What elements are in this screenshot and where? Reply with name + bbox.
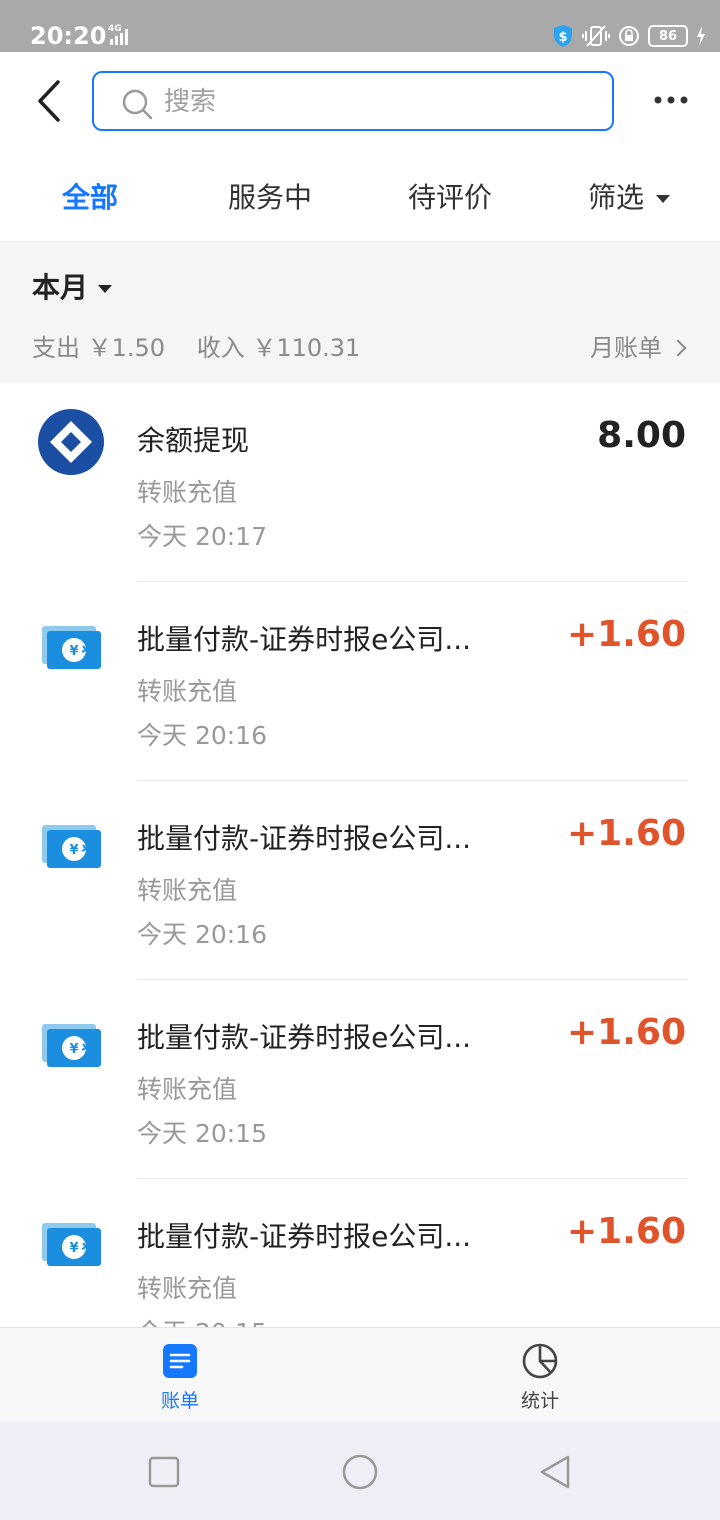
nav-statistics-label: 统计 — [520, 1390, 559, 1412]
transaction-amount: 8.00 — [597, 415, 686, 456]
more-options-icon[interactable] — [650, 82, 692, 118]
transaction-time: 今天 20:15 — [137, 1313, 267, 1327]
transaction-time: 今天 20:16 — [137, 721, 267, 750]
vibrate-off-icon — [582, 25, 610, 47]
pie-chart-icon — [522, 1343, 558, 1379]
shield-icon: $ — [554, 25, 572, 47]
search-icon — [122, 89, 153, 120]
transaction-row[interactable]: ¥ 批量付款-证券时报e公司... 转账充值 今天 20:15 +1.60 — [0, 1179, 720, 1327]
nav-bill-label: 账单 — [160, 1390, 199, 1412]
caret-down-icon — [656, 195, 671, 203]
bottom-nav: 账单 统计 — [0, 1327, 720, 1422]
tab-to-review[interactable]: 待评价 — [408, 176, 492, 216]
transaction-amount: +1.60 — [567, 1211, 686, 1252]
transaction-time: 今天 20:15 — [137, 1119, 267, 1148]
transaction-row[interactable]: ¥ 批量付款-证券时报e公司... 转账充值 今天 20:15 +1.60 — [0, 980, 720, 1179]
transaction-time: 今天 20:16 — [137, 920, 267, 949]
tab-filter-label: 筛选 — [588, 181, 645, 214]
filter-tabs: 全部 服务中 待评价 筛选 — [0, 152, 720, 242]
month-selector[interactable]: 本月 — [32, 266, 113, 306]
header — [0, 52, 720, 152]
home-icon[interactable] — [340, 1452, 380, 1492]
transaction-title: 批量付款-证券时报e公司... — [137, 822, 472, 855]
transaction-list[interactable]: 余额提现 转账充值 今天 20:17 8.00 ¥ 批量付款-证券时报e公司..… — [0, 383, 720, 1327]
back-triangle-icon[interactable] — [536, 1452, 576, 1492]
tab-filter[interactable]: 筛选 — [588, 176, 671, 216]
monthly-bill-label: 月账单 — [590, 334, 662, 362]
transaction-row[interactable]: ¥ 批量付款-证券时报e公司... 转账充值 今天 20:16 +1.60 — [0, 781, 720, 980]
transaction-category: 转账充值 — [137, 478, 238, 507]
summary-totals: 支出 ￥1.50 收入 ￥110.31 — [32, 328, 384, 363]
svg-text:¥: ¥ — [69, 1241, 78, 1256]
transaction-title: 批量付款-证券时报e公司... — [137, 1021, 472, 1054]
recent-apps-icon[interactable] — [144, 1452, 184, 1492]
transaction-amount: +1.60 — [567, 813, 686, 854]
transfer-icon: ¥ — [42, 626, 101, 669]
transaction-title: 余额提现 — [137, 424, 250, 457]
status-time: 20:20 — [30, 22, 107, 50]
nav-statistics[interactable]: 统计 — [480, 1342, 600, 1413]
monthly-bill-link[interactable]: 月账单 — [590, 328, 687, 363]
back-arrow-icon[interactable] — [28, 76, 68, 126]
battery-indicator: 86 — [648, 25, 688, 47]
transaction-row[interactable]: ¥ 批量付款-证券时报e公司... 转账充值 今天 20:16 +1.60 — [0, 582, 720, 781]
month-summary: 本月 支出 ￥1.50 收入 ￥110.31 月账单 — [0, 242, 720, 383]
chevron-right-icon — [669, 339, 687, 357]
transaction-amount: +1.60 — [567, 614, 686, 655]
search-box[interactable] — [92, 71, 614, 131]
lock-rotation-icon — [619, 26, 639, 46]
bank-logo-icon — [38, 409, 104, 475]
status-bar: 20:20 4G $ 86 — [0, 0, 720, 52]
transaction-category: 转账充值 — [137, 1274, 238, 1303]
svg-text:¥: ¥ — [69, 843, 78, 858]
transaction-title: 批量付款-证券时报e公司... — [137, 623, 472, 656]
expense-total: 支出 ￥1.50 — [32, 334, 166, 362]
svg-text:$: $ — [558, 30, 567, 45]
caret-down-icon — [98, 285, 113, 293]
transfer-icon: ¥ — [42, 1024, 101, 1067]
tab-all[interactable]: 全部 — [62, 176, 118, 216]
svg-text:¥: ¥ — [69, 1042, 78, 1057]
income-total: 收入 ￥110.31 — [196, 334, 361, 362]
system-nav-bar — [0, 1422, 720, 1520]
tab-in-service[interactable]: 服务中 — [228, 176, 312, 216]
charging-icon — [697, 26, 705, 46]
transfer-icon: ¥ — [42, 1223, 101, 1266]
transaction-category: 转账充值 — [137, 677, 238, 706]
svg-text:¥: ¥ — [69, 644, 78, 659]
signal-icon — [110, 29, 128, 45]
transaction-category: 转账充值 — [137, 1075, 238, 1104]
month-label: 本月 — [32, 271, 89, 304]
transaction-amount: +1.60 — [567, 1012, 686, 1053]
nav-bill[interactable]: 账单 — [120, 1342, 240, 1413]
transaction-category: 转账充值 — [137, 876, 238, 905]
transaction-title: 批量付款-证券时报e公司... — [137, 1220, 472, 1253]
transaction-row[interactable]: 余额提现 转账充值 今天 20:17 8.00 — [0, 383, 720, 582]
bill-icon — [163, 1344, 197, 1378]
transfer-icon: ¥ — [42, 825, 101, 868]
transaction-time: 今天 20:17 — [137, 522, 267, 551]
search-input[interactable] — [164, 83, 584, 121]
